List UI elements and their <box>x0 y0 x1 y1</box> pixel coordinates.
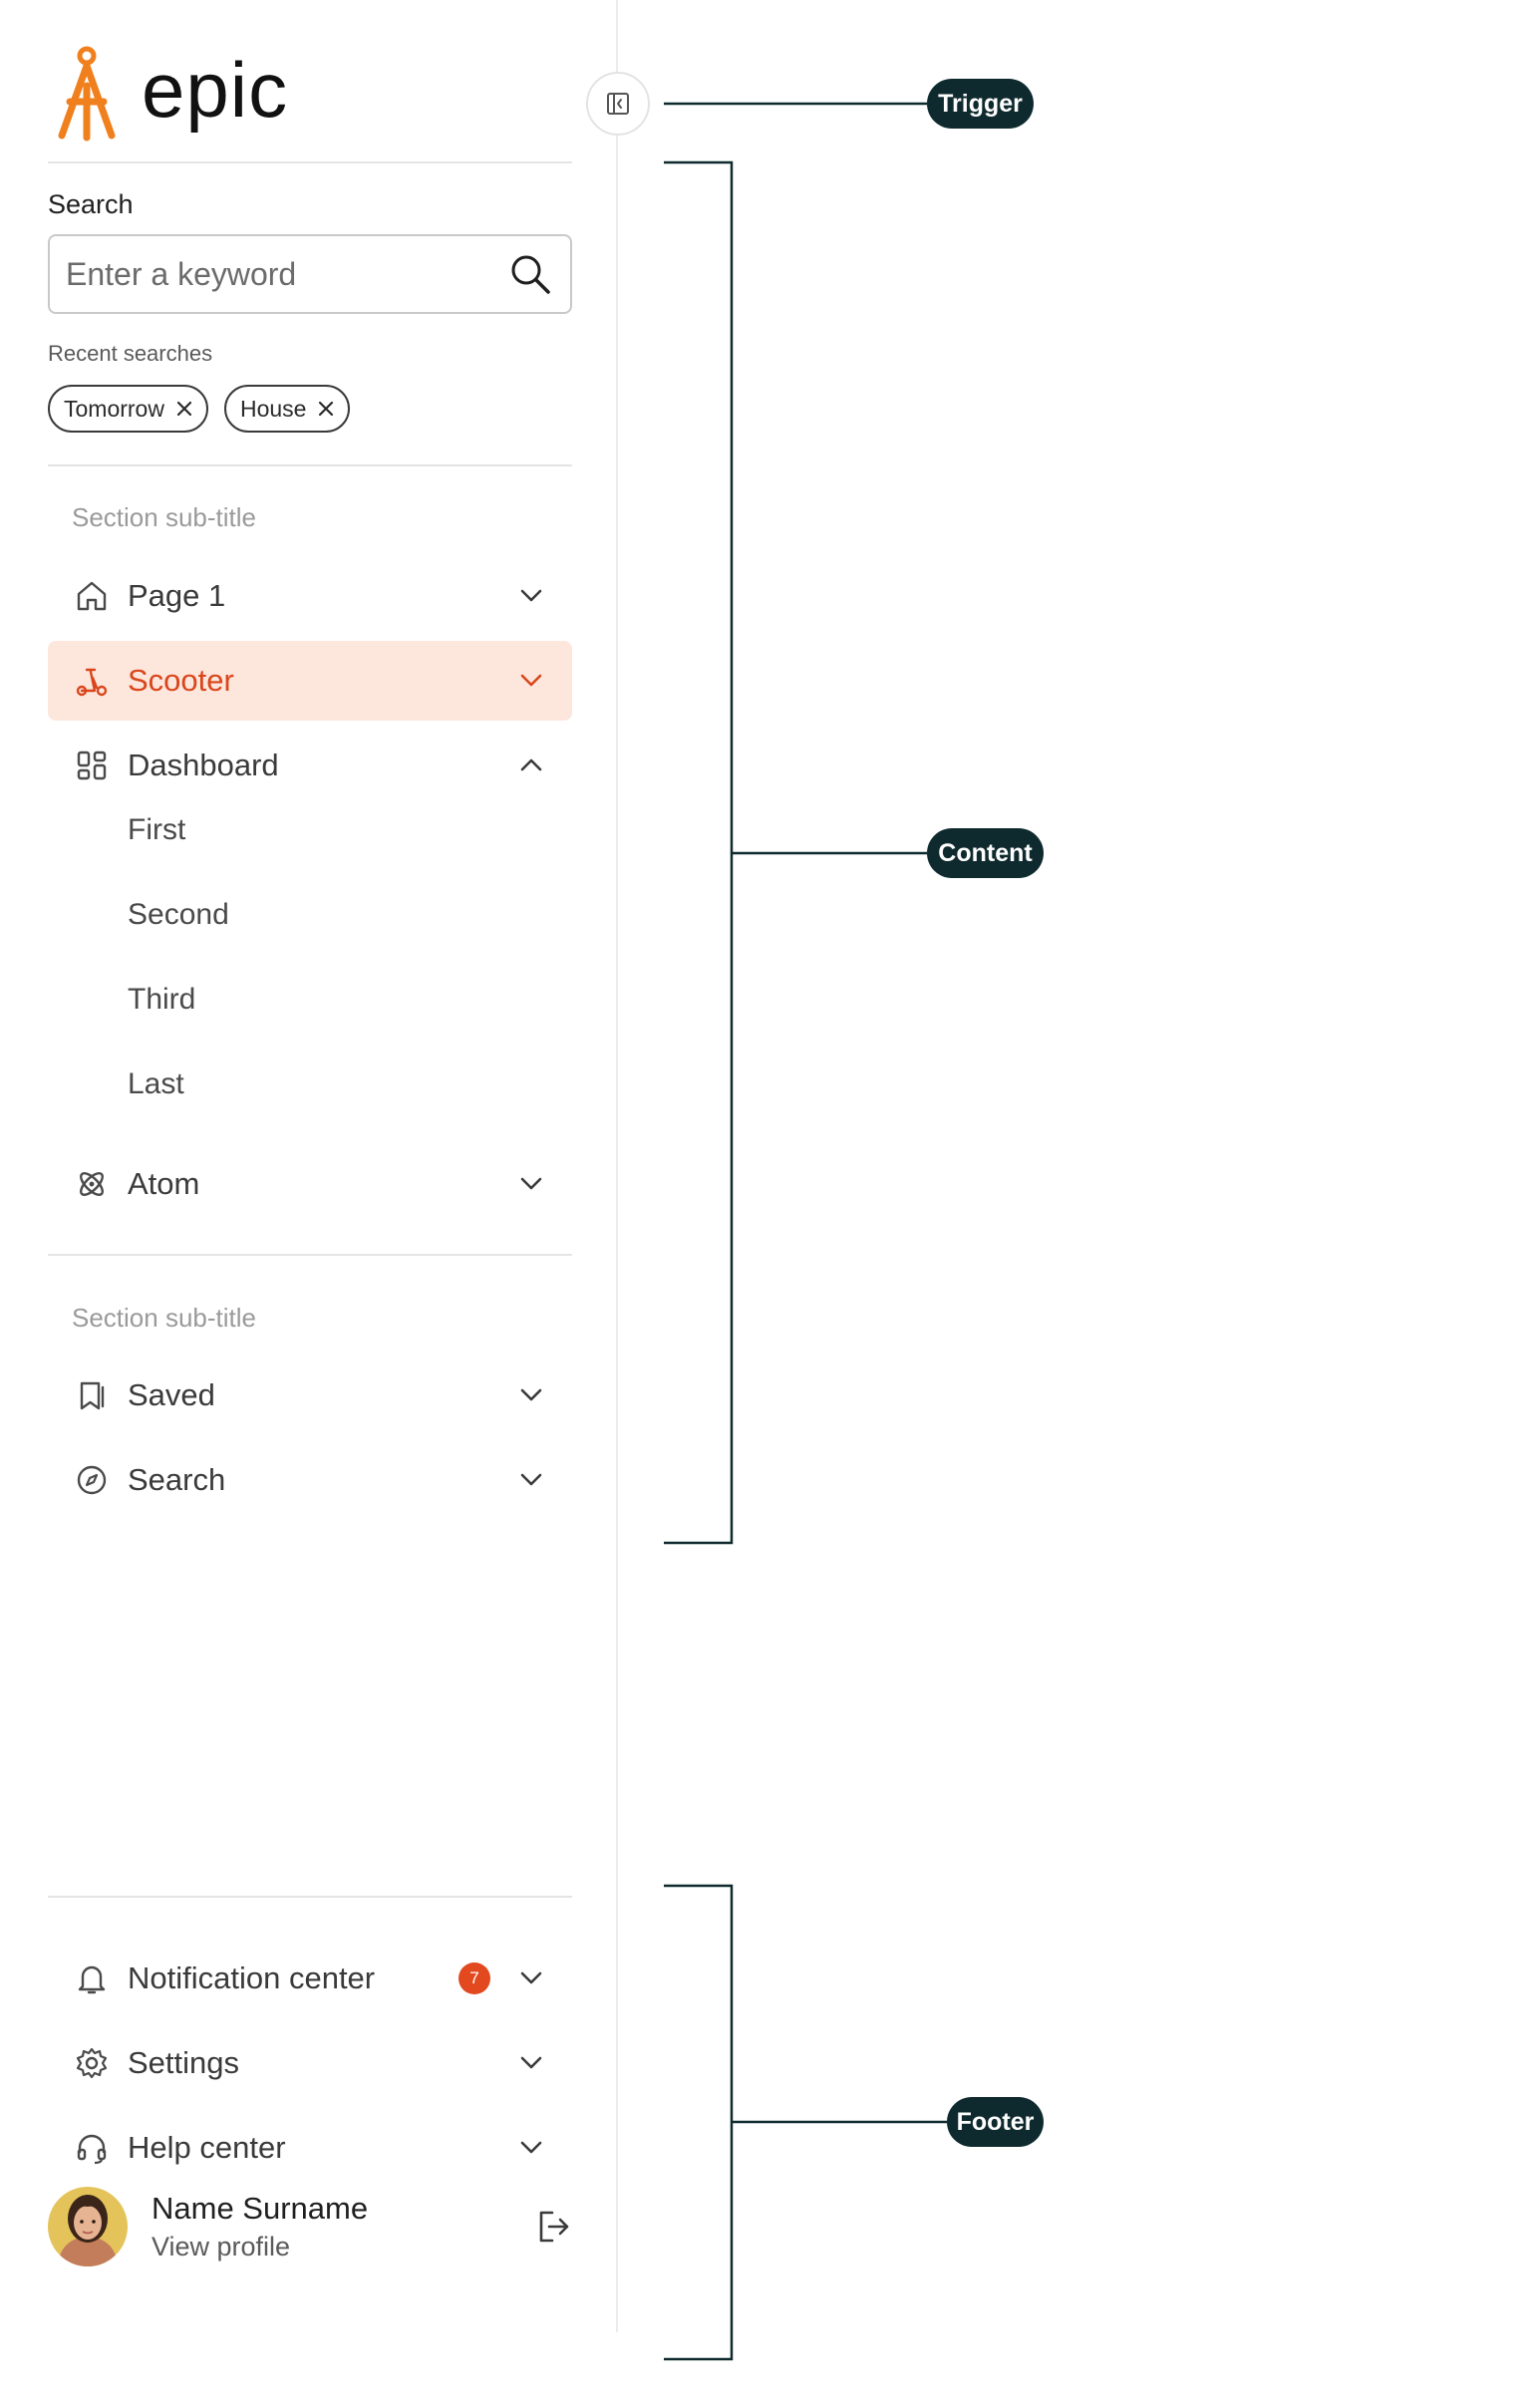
annotation-content-label: Content <box>927 828 1044 878</box>
search-input[interactable] <box>66 255 508 293</box>
close-icon[interactable] <box>176 401 192 417</box>
section-subtitle: Section sub-title <box>72 502 256 532</box>
nav-item-page-1[interactable]: Page 1 <box>48 556 572 636</box>
chevron-down-icon[interactable] <box>516 1465 546 1495</box>
profile-name: Name Surname <box>152 2191 369 2226</box>
nav-item-label: Scooter <box>128 663 234 698</box>
avatar[interactable] <box>48 2187 128 2266</box>
scooter-icon <box>72 661 112 701</box>
search-label: Search <box>48 189 134 219</box>
divider <box>48 1254 572 1256</box>
nav-item-dashboard[interactable]: Dashboard <box>48 726 572 805</box>
search-icon[interactable] <box>508 252 552 296</box>
close-icon[interactable] <box>318 401 334 417</box>
chip-label: House <box>239 395 307 422</box>
nav-item-saved[interactable]: Saved <box>48 1355 572 1435</box>
nav-item-help-center[interactable]: Help center <box>48 2108 572 2188</box>
nav-item-notification-center[interactable]: Notification center 7 <box>48 1939 572 2018</box>
search-box <box>48 234 572 314</box>
profile-text: Name Surname View profile <box>152 2189 534 2264</box>
notification-badge: 7 <box>458 1962 490 1994</box>
nav-item-label: Saved <box>128 1377 215 1412</box>
recent-searches-label: Recent searches <box>48 341 213 366</box>
compass-icon <box>72 1460 112 1500</box>
nav-item-label: Atom <box>128 1166 200 1201</box>
section-subtitle: Section sub-title <box>72 1303 256 1333</box>
user-profile: Name Surname View profile <box>48 2185 572 2268</box>
divider <box>48 1896 572 1898</box>
chevron-down-icon[interactable] <box>516 581 546 611</box>
sub-item-last[interactable]: Last <box>128 1067 184 1101</box>
nav-item-label: Notification center <box>128 1960 376 1995</box>
sidebar-collapse-trigger[interactable] <box>586 72 650 136</box>
nav-item-label: Help center <box>128 2130 286 2165</box>
nav-item-settings[interactable]: Settings <box>48 2023 572 2103</box>
nav-item-label: Page 1 <box>128 578 226 613</box>
home-icon <box>72 576 112 616</box>
chevron-down-icon[interactable] <box>516 1963 546 1993</box>
sidebar: epic Search Recent searches Tomorrow Hou… <box>0 0 618 2332</box>
divider <box>48 161 572 163</box>
logout-icon[interactable] <box>534 2208 572 2246</box>
sidebar-collapse-icon <box>607 93 629 115</box>
sub-item-second[interactable]: Second <box>128 898 229 932</box>
view-profile-link[interactable]: View profile <box>152 2229 534 2264</box>
chip-label: Tomorrow <box>64 395 164 422</box>
chevron-down-icon[interactable] <box>516 2048 546 2078</box>
recent-search-chip[interactable]: House <box>223 385 351 433</box>
nav-item-label: Dashboard <box>128 748 279 782</box>
nav-item-label: Search <box>128 1462 226 1497</box>
chevron-down-icon[interactable] <box>516 666 546 696</box>
sub-item-third[interactable]: Third <box>128 983 195 1017</box>
nav-item-scooter[interactable]: Scooter <box>48 641 572 721</box>
atom-icon <box>72 1164 112 1204</box>
headset-icon <box>72 2128 112 2168</box>
sub-item-first[interactable]: First <box>128 813 185 847</box>
divider <box>48 464 572 466</box>
epic-logo-icon <box>58 46 116 142</box>
chevron-up-icon[interactable] <box>516 751 546 780</box>
gear-icon <box>72 2043 112 2083</box>
bell-icon <box>72 1958 112 1998</box>
nav-item-search[interactable]: Search <box>48 1440 572 1520</box>
dashboard-icon <box>72 746 112 785</box>
recent-searches: Tomorrow House <box>48 385 351 433</box>
chevron-down-icon[interactable] <box>516 2133 546 2163</box>
brand-name: epic <box>142 46 289 134</box>
recent-search-chip[interactable]: Tomorrow <box>48 385 208 433</box>
annotation-trigger-label: Trigger <box>927 79 1034 129</box>
nav-item-atom[interactable]: Atom <box>48 1144 572 1224</box>
nav-item-label: Settings <box>128 2045 240 2080</box>
bookmark-icon <box>72 1375 112 1415</box>
annotation-footer-label: Footer <box>947 2097 1044 2147</box>
chevron-down-icon[interactable] <box>516 1169 546 1199</box>
brand-logo[interactable]: epic <box>54 46 288 142</box>
chevron-down-icon[interactable] <box>516 1380 546 1410</box>
